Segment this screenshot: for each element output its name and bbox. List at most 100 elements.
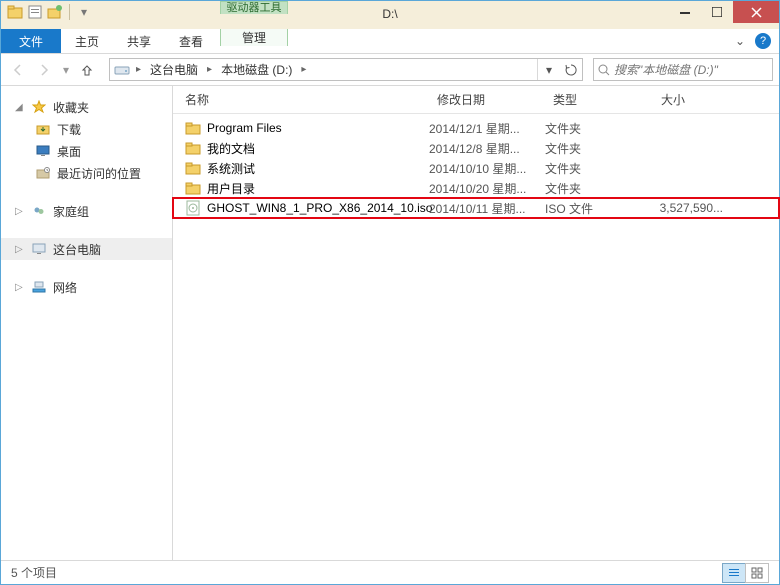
view-details-button[interactable] (722, 563, 746, 583)
search-box[interactable] (593, 58, 773, 81)
file-row[interactable]: 系统测试2014/10/10 星期...文件夹 (173, 158, 779, 178)
window-title: D:\ (382, 7, 397, 21)
breadcrumb-drive[interactable]: 本地磁盘 (D:) (218, 61, 295, 78)
file-row[interactable]: 用户目录2014/10/20 星期...文件夹 (173, 178, 779, 198)
qat-dropdown-icon[interactable]: ▾ (76, 4, 92, 20)
tab-view[interactable]: 查看 (165, 29, 217, 53)
expander-icon[interactable]: ▷ (15, 206, 25, 217)
tab-home[interactable]: 主页 (61, 29, 113, 53)
nav-history-dropdown[interactable]: ▾ (59, 63, 73, 77)
nav-recent[interactable]: 最近访问的位置 (1, 162, 172, 184)
nav-network[interactable]: ▷ 网络 (1, 276, 172, 298)
cell-name: GHOST_WIN8_1_PRO_X86_2014_10.iso (173, 200, 429, 216)
content-pane: 名称 修改日期 类型 大小 Program Files2014/12/1 星期.… (173, 86, 779, 560)
column-headers: 名称 修改日期 类型 大小 (173, 86, 779, 114)
col-header-name[interactable]: 名称 (173, 91, 429, 108)
nav-up-button[interactable] (77, 59, 97, 81)
help-icon[interactable]: ? (755, 33, 771, 49)
cell-type: 文件夹 (545, 180, 653, 197)
search-input[interactable] (614, 63, 771, 77)
cell-name: 我的文档 (173, 140, 429, 157)
qat-newfolder-icon[interactable] (47, 4, 63, 20)
nav-label: 下载 (57, 121, 81, 138)
file-name: 系统测试 (207, 160, 255, 177)
nav-label: 家庭组 (53, 203, 89, 220)
address-bar[interactable]: ▸ 这台电脑 ▸ 本地磁盘 (D:) ▸ ▾ (109, 58, 583, 81)
expand-ribbon-icon[interactable]: ⌄ (733, 34, 747, 48)
nav-thispc[interactable]: ▷ 这台电脑 (1, 238, 172, 260)
body: ◢ 收藏夹 下载 桌面 最近访问的位置 (1, 86, 779, 560)
iso-file-icon (185, 200, 201, 216)
qat-properties-icon[interactable] (27, 4, 43, 20)
folder-icon (185, 160, 201, 176)
file-name: GHOST_WIN8_1_PRO_X86_2014_10.iso (207, 201, 432, 215)
col-header-date[interactable]: 修改日期 (429, 91, 545, 108)
nav-homegroup[interactable]: ▷ 家庭组 (1, 200, 172, 222)
expander-icon[interactable]: ▷ (15, 244, 25, 255)
navigation-bar: ▾ ▸ 这台电脑 ▸ 本地磁盘 (D:) ▸ ▾ (1, 54, 779, 86)
contextual-tab-label: 驱动器工具 (220, 1, 288, 14)
refresh-button[interactable] (560, 59, 582, 80)
status-bar: 5 个项目 (1, 560, 779, 584)
tab-share[interactable]: 共享 (113, 29, 165, 53)
recent-icon (35, 165, 51, 181)
nav-label: 桌面 (57, 143, 81, 160)
view-large-icons-button[interactable] (745, 563, 769, 583)
nav-downloads[interactable]: 下载 (1, 118, 172, 140)
expander-icon[interactable]: ◢ (15, 102, 25, 113)
breadcrumb-sep[interactable]: ▸ (299, 64, 308, 75)
nav-back-button[interactable] (7, 59, 29, 81)
col-header-size[interactable]: 大小 (653, 91, 733, 108)
nav-forward-button[interactable] (33, 59, 55, 81)
cell-type: 文件夹 (545, 140, 653, 157)
nav-group-network: ▷ 网络 (1, 276, 172, 298)
explorer-app-icon (7, 4, 23, 20)
maximize-button[interactable] (701, 1, 733, 23)
breadcrumb-sep[interactable]: ▸ (205, 64, 214, 75)
nav-label: 收藏夹 (53, 99, 89, 116)
explorer-window: ▾ 驱动器工具 D:\ 文件 主页 共享 查看 管理 ⌄ ? ▾ ▸ 这台电脑 (0, 0, 780, 585)
nav-group-favorites: ◢ 收藏夹 下载 桌面 最近访问的位置 (1, 96, 172, 184)
nav-group-thispc: ▷ 这台电脑 (1, 238, 172, 260)
ribbon-tabs: 文件 主页 共享 查看 管理 ⌄ ? (1, 29, 779, 54)
contextual-tab-group: 驱动器工具 (220, 1, 288, 29)
expander-icon[interactable]: ▷ (15, 282, 25, 293)
cell-name: 用户目录 (173, 180, 429, 197)
tab-manage[interactable]: 管理 (220, 29, 288, 46)
file-row[interactable]: GHOST_WIN8_1_PRO_X86_2014_10.iso2014/10/… (173, 198, 779, 218)
cell-name: 系统测试 (173, 160, 429, 177)
folder-icon (185, 140, 201, 156)
desktop-icon (35, 143, 51, 159)
minimize-button[interactable] (669, 1, 701, 23)
nav-group-homegroup: ▷ 家庭组 (1, 200, 172, 222)
cell-type: 文件夹 (545, 160, 653, 177)
cell-type: 文件夹 (545, 120, 653, 137)
file-row[interactable]: Program Files2014/12/1 星期...文件夹 (173, 118, 779, 138)
breadcrumb-thispc[interactable]: 这台电脑 (147, 61, 201, 78)
breadcrumb-sep[interactable]: ▸ (134, 64, 143, 75)
address-dropdown-icon[interactable]: ▾ (538, 59, 560, 80)
view-switcher (723, 563, 769, 583)
qat-separator (69, 4, 70, 20)
cell-type: ISO 文件 (545, 200, 653, 217)
nav-desktop[interactable]: 桌面 (1, 140, 172, 162)
folder-icon (185, 180, 201, 196)
file-list[interactable]: Program Files2014/12/1 星期...文件夹我的文档2014/… (173, 114, 779, 560)
file-name: 我的文档 (207, 140, 255, 157)
quick-access-toolbar: ▾ (1, 1, 92, 23)
tab-file[interactable]: 文件 (1, 29, 61, 53)
file-row[interactable]: 我的文档2014/12/8 星期...文件夹 (173, 138, 779, 158)
cell-name: Program Files (173, 120, 429, 136)
cell-date: 2014/12/1 星期... (429, 120, 545, 137)
homegroup-icon (31, 203, 47, 219)
nav-favorites[interactable]: ◢ 收藏夹 (1, 96, 172, 118)
title-bar: ▾ 驱动器工具 D:\ (1, 1, 779, 29)
window-controls (669, 1, 779, 23)
nav-label: 最近访问的位置 (57, 165, 141, 182)
close-button[interactable] (733, 1, 779, 23)
cell-size: 3,527,590... (653, 201, 733, 215)
star-icon (31, 99, 47, 115)
folder-icon (185, 120, 201, 136)
navigation-pane: ◢ 收藏夹 下载 桌面 最近访问的位置 (1, 86, 173, 560)
col-header-type[interactable]: 类型 (545, 91, 653, 108)
